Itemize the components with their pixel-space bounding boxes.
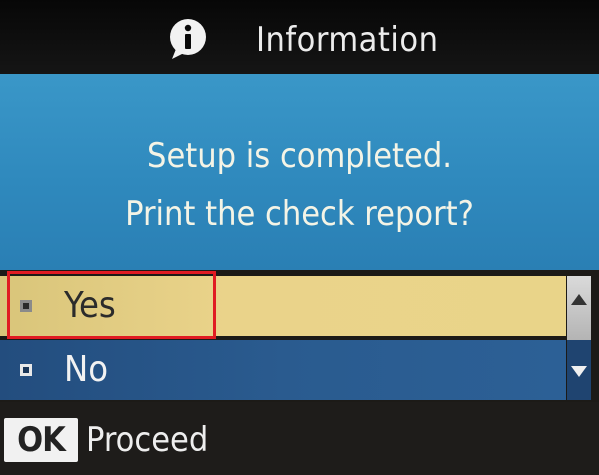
option-no[interactable]: No (0, 340, 566, 400)
bullet-icon (20, 364, 32, 376)
message-line-1: Setup is completed. (147, 136, 452, 176)
proceed-label: Proceed (86, 420, 209, 460)
title-bar: Information (0, 0, 599, 74)
scroll-up-arrow-icon (571, 294, 587, 305)
footer-bar: OK Proceed (0, 402, 599, 475)
printer-lcd-screen: Information Setup is completed. Print th… (0, 0, 599, 475)
ok-key-icon: OK (4, 418, 78, 462)
message-line-2: Print the check report? (125, 194, 474, 234)
option-no-label: No (64, 349, 109, 390)
highlight-annotation-box (7, 271, 216, 339)
scroll-down-arrow-icon (571, 366, 587, 377)
scrollbar[interactable] (567, 276, 591, 400)
message-area: Setup is completed. Print the check repo… (0, 74, 599, 270)
scroll-thumb[interactable] (567, 276, 591, 340)
info-icon (170, 19, 206, 59)
dialog-title: Information (256, 20, 439, 60)
